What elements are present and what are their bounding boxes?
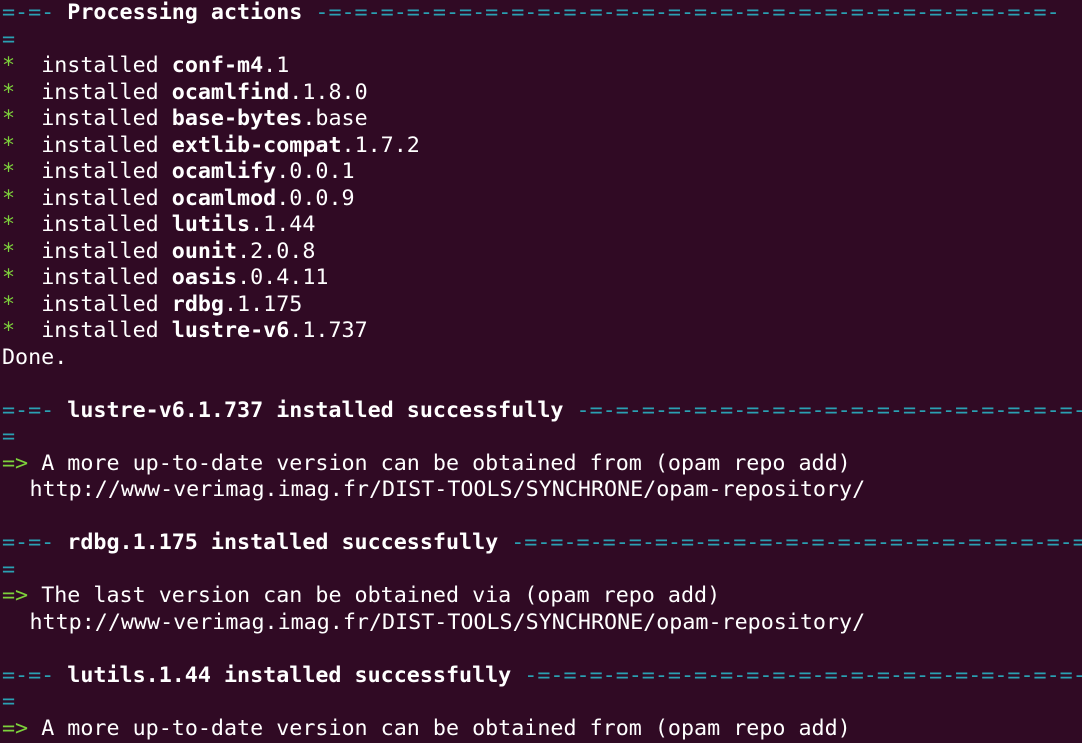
processing-header: =-=- Processing actions -=-=-=-=-=-=-=-=… bbox=[2, 0, 1082, 27]
package-name: extlib-compat bbox=[171, 132, 342, 158]
asterisk-icon: * bbox=[2, 106, 16, 131]
installed-line: * installed base-bytes.base bbox=[2, 106, 1082, 133]
installed-verb: installed bbox=[41, 318, 159, 343]
notice-header-wrap: = bbox=[2, 424, 1082, 451]
separator-left: =-=- bbox=[2, 397, 55, 423]
separator-right: -=-=-=-=-=-=-=-=-=-=-=-=-=-=-=-=-=-=-=-=… bbox=[524, 662, 1082, 688]
installed-line: * installed oasis.0.4.11 bbox=[2, 265, 1082, 292]
installed-line: * installed conf-m4.1 bbox=[2, 53, 1082, 80]
asterisk-icon: * bbox=[2, 159, 16, 184]
package-version: .2.0.8 bbox=[237, 238, 316, 264]
notice-header: =-=- rdbg.1.175 installed successfully -… bbox=[2, 530, 1082, 557]
installed-line: * installed ocamlfind.1.8.0 bbox=[2, 80, 1082, 107]
arrow-icon: => bbox=[2, 715, 29, 741]
notice-title: lutils.1.44 installed successfully bbox=[67, 662, 512, 688]
package-name: ocamlify bbox=[171, 159, 277, 184]
asterisk-icon: * bbox=[2, 132, 16, 158]
separator-wrap: = bbox=[2, 689, 16, 714]
processing-title: Processing actions bbox=[67, 0, 303, 25]
package-name: ocamlfind bbox=[171, 79, 290, 105]
terminal-window[interactable]: =-=- Processing actions -=-=-=-=-=-=-=-=… bbox=[0, 0, 1082, 743]
package-version: .1.8.0 bbox=[289, 79, 368, 105]
installed-line: * installed rdbg.1.175 bbox=[2, 292, 1082, 319]
done-text: Done. bbox=[2, 344, 68, 370]
separator-right: -=-=-=-=-=-=-=-=-=-=-=-=-=-=-=-=-=-=-=-=… bbox=[511, 530, 1082, 555]
notice-message-line: => A more up-to-date version can be obta… bbox=[2, 716, 1082, 743]
installed-verb: installed bbox=[41, 106, 159, 131]
separator-wrap: = bbox=[2, 26, 16, 52]
package-name: rdbg bbox=[171, 291, 224, 317]
separator-left: =-=- bbox=[2, 662, 55, 688]
installed-line: * installed ocamlmod.0.0.9 bbox=[2, 186, 1082, 213]
notice-url[interactable]: http://www-verimag.imag.fr/DIST-TOOLS/SY… bbox=[30, 477, 866, 502]
separator-wrap: = bbox=[2, 556, 16, 582]
arrow-icon: => bbox=[2, 583, 29, 608]
package-version: .1.737 bbox=[289, 318, 368, 343]
installed-line: * installed ounit.2.0.8 bbox=[2, 239, 1082, 266]
package-version: .base bbox=[302, 106, 368, 131]
installed-verb: installed bbox=[41, 212, 159, 237]
asterisk-icon: * bbox=[2, 291, 16, 317]
asterisk-icon: * bbox=[2, 79, 16, 105]
package-name: ounit bbox=[171, 238, 238, 264]
package-version: .0.4.11 bbox=[237, 265, 329, 290]
installed-verb: installed bbox=[41, 265, 159, 290]
package-version: .1.175 bbox=[224, 291, 303, 317]
package-name: base-bytes bbox=[171, 106, 303, 131]
package-version: .1.44 bbox=[250, 212, 316, 237]
notice-header: =-=- lutils.1.44 installed successfully … bbox=[2, 663, 1082, 690]
package-version: .0.0.9 bbox=[276, 185, 355, 211]
installed-verb: installed bbox=[41, 238, 159, 264]
notice-title: rdbg.1.175 installed successfully bbox=[67, 530, 499, 555]
installed-verb: installed bbox=[41, 159, 159, 184]
asterisk-icon: * bbox=[2, 185, 16, 211]
asterisk-icon: * bbox=[2, 318, 16, 343]
separator-right: -=-=-=-=-=-=-=-=-=-=-=-=-=-=-=-=-=-=-=-=… bbox=[315, 0, 1060, 25]
processing-header-wrap: = bbox=[2, 27, 1082, 54]
package-name: ocamlmod bbox=[171, 185, 277, 211]
arrow-icon: => bbox=[2, 450, 29, 476]
separator-wrap: = bbox=[2, 424, 16, 449]
package-version: .0.0.1 bbox=[276, 159, 355, 184]
separator-left: =-=- bbox=[2, 530, 55, 555]
notice-title: lustre-v6.1.737 installed successfully bbox=[67, 397, 564, 423]
separator-left: =-=- bbox=[2, 0, 55, 25]
notice-url-line: http://www-verimag.imag.fr/DIST-TOOLS/SY… bbox=[2, 610, 1082, 637]
installed-verb: installed bbox=[41, 185, 159, 211]
installed-verb: installed bbox=[41, 132, 159, 158]
asterisk-icon: * bbox=[2, 265, 16, 290]
notice-message: A more up-to-date version can be obtaine… bbox=[41, 715, 851, 741]
notice-header-wrap: = bbox=[2, 557, 1082, 584]
done-line: Done. bbox=[2, 345, 1082, 372]
notice-url[interactable]: http://www-verimag.imag.fr/DIST-TOOLS/SY… bbox=[30, 610, 866, 635]
installed-line: * installed extlib-compat.1.7.2 bbox=[2, 133, 1082, 160]
notice-message-line: => A more up-to-date version can be obta… bbox=[2, 451, 1082, 478]
installed-verb: installed bbox=[41, 291, 159, 317]
package-version: .1.7.2 bbox=[341, 132, 420, 158]
notice-url-line: http://www-verimag.imag.fr/DIST-TOOLS/SY… bbox=[2, 477, 1082, 504]
installed-line: * installed lustre-v6.1.737 bbox=[2, 318, 1082, 345]
installed-line: * installed ocamlify.0.0.1 bbox=[2, 159, 1082, 186]
installed-verb: installed bbox=[41, 53, 159, 78]
notice-header-wrap: = bbox=[2, 689, 1082, 716]
notice-header: =-=- lustre-v6.1.737 installed successfu… bbox=[2, 398, 1082, 425]
notice-message: The last version can be obtained via (op… bbox=[41, 583, 721, 608]
installed-line: * installed lutils.1.44 bbox=[2, 212, 1082, 239]
package-name: conf-m4 bbox=[171, 53, 264, 78]
asterisk-icon: * bbox=[2, 212, 16, 237]
package-version: .1 bbox=[263, 53, 290, 78]
installed-verb: installed bbox=[41, 79, 159, 105]
asterisk-icon: * bbox=[2, 53, 16, 78]
separator-right: -=-=-=-=-=-=-=-=-=-=-=-=-=-=-=-=-=-=-=-=… bbox=[576, 397, 1082, 423]
package-name: oasis bbox=[171, 265, 238, 290]
package-name: lutils bbox=[171, 212, 251, 237]
notice-message-line: => The last version can be obtained via … bbox=[2, 583, 1082, 610]
notice-message: A more up-to-date version can be obtaine… bbox=[41, 450, 851, 476]
asterisk-icon: * bbox=[2, 238, 16, 264]
package-name: lustre-v6 bbox=[171, 318, 290, 343]
